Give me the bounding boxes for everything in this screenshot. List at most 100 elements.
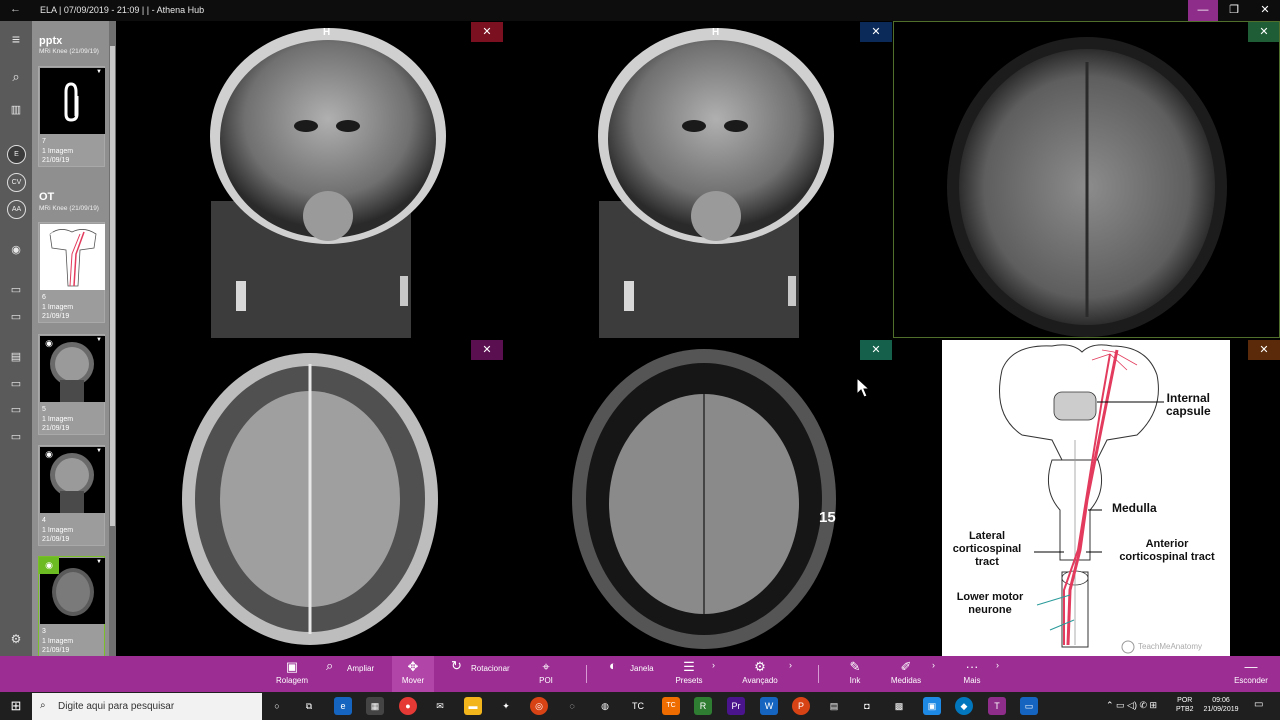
task-view-icon[interactable]: ⧉ — [300, 697, 318, 715]
close-viewport-button[interactable]: ✕ — [860, 22, 892, 42]
series-thumbnail[interactable]: ◉ ▼ 4 1 Imagem 21/09/19 — [38, 445, 105, 546]
language-indicator[interactable]: POR PTB2 — [1176, 696, 1194, 714]
mail-icon[interactable]: ✉ — [431, 697, 449, 715]
broadcast-icon[interactable]: ◉ — [0, 243, 32, 256]
cortana-icon[interactable]: ○ — [268, 697, 286, 715]
tool-ink[interactable]: ✎ Ink — [840, 656, 870, 692]
series-thumbnail[interactable]: ◉ ▼ 5 1 Imagem 21/09/19 — [38, 334, 105, 435]
series-thumbnail[interactable]: ◉ ▼ 6 1 Imagem 21/09/19 — [38, 222, 105, 323]
viewport-1[interactable]: H ✕ — [116, 21, 503, 338]
series-thumbnail-selected[interactable]: ◉ ▼ 3 1 Imagem 21/09/19 — [38, 556, 105, 656]
file-icon[interactable]: ▭ — [0, 430, 32, 443]
gear-icon[interactable]: ⚙ — [0, 632, 32, 646]
tool-mais[interactable]: ··· Mais — [956, 656, 988, 692]
rail-user-e[interactable]: E — [7, 145, 26, 164]
notifications-icon[interactable]: ▭ — [1254, 700, 1263, 710]
tool-poi[interactable]: ⌖ POI — [528, 656, 564, 692]
maximize-button[interactable]: ❐ — [1219, 0, 1249, 21]
clock[interactable]: 09:06 21/09/2019 — [1200, 696, 1242, 714]
series-thumbnail[interactable]: ▼ 7 1 Imagem 21/09/19 — [38, 66, 105, 167]
group-subtitle: MRi Knee (21/09/19) — [39, 205, 99, 212]
back-arrow-icon[interactable]: ← — [10, 3, 21, 15]
viewport-2[interactable]: H ✕ — [504, 21, 892, 338]
file-icon[interactable]: ▭ — [0, 403, 32, 416]
app-icon[interactable]: TC — [662, 697, 680, 715]
close-viewport-button[interactable]: ✕ — [471, 22, 503, 42]
chevron-down-icon[interactable]: ▼ — [96, 559, 102, 565]
app-icon[interactable]: ▭ — [1020, 697, 1038, 715]
windows-start-icon[interactable]: ⊞ — [0, 692, 32, 720]
athena-hub-icon[interactable]: T — [988, 697, 1006, 715]
chevron-down-icon[interactable]: ▼ — [96, 225, 102, 231]
chevron-down-icon[interactable]: ▼ — [96, 337, 102, 343]
tool-avancado[interactable]: ⚙ Avançado — [738, 656, 782, 692]
chevron-down-icon[interactable]: ▼ — [96, 448, 102, 454]
group-title: OT — [39, 191, 55, 203]
app-icon[interactable]: ▤ — [825, 697, 843, 715]
search-placeholder: Digite aqui para pesquisar — [58, 701, 175, 712]
scrollbar-thumb[interactable] — [110, 46, 115, 526]
tool-mover[interactable]: ✥ Mover — [392, 656, 434, 692]
library-icon[interactable]: ▥ — [0, 103, 32, 116]
system-tray-icons[interactable]: ⌃ ▭ ◁) ✆ ⊞ — [1106, 701, 1157, 710]
close-viewport-button[interactable]: ✕ — [471, 340, 503, 360]
app-icon[interactable]: ◌ — [563, 697, 581, 715]
app-icon[interactable]: ◎ — [530, 697, 548, 715]
tool-rolagem[interactable]: ▣ Rolagem — [268, 656, 316, 692]
chevron-right-icon[interactable]: › — [932, 660, 935, 670]
image-count: 1 Imagem — [42, 147, 74, 155]
rotate-icon: ↻ — [451, 658, 462, 673]
powerpoint-icon[interactable]: P — [792, 697, 810, 715]
eye-icon[interactable]: ◉ — [41, 226, 57, 237]
store-icon[interactable]: ▦ — [366, 697, 384, 715]
chevron-right-icon[interactable]: › — [712, 660, 715, 670]
search-icon[interactable]: ⌕ — [0, 69, 32, 85]
chevron-right-icon[interactable]: › — [996, 660, 999, 670]
tool-esconder[interactable]: — Esconder — [1228, 656, 1274, 692]
folder-icon[interactable]: ▬ — [464, 697, 482, 715]
app-icon[interactable]: ◍ — [596, 697, 614, 715]
premiere-icon[interactable]: Pr — [727, 697, 745, 715]
close-window-button[interactable]: ✕ — [1250, 0, 1280, 21]
series-panel: pptx MRi Knee (21/09/19) ▼ 7 1 Imagem 21… — [32, 21, 116, 656]
menu-icon[interactable]: ≡ — [0, 31, 32, 47]
app-icon[interactable]: TC — [629, 697, 647, 715]
file-icon[interactable]: ▭ — [0, 377, 32, 390]
close-viewport-button[interactable]: ✕ — [1248, 340, 1280, 360]
minimize-button[interactable]: — — [1188, 0, 1218, 21]
chevron-down-icon[interactable]: ▼ — [96, 69, 102, 75]
camera-icon[interactable]: ◘ — [858, 697, 876, 715]
viewport-4[interactable]: ✕ — [116, 339, 503, 656]
calculator-icon[interactable]: ▩ — [890, 697, 908, 715]
app-icon[interactable]: ▣ — [923, 697, 941, 715]
copy-icon[interactable]: ▤ — [0, 350, 32, 363]
edge-icon[interactable]: e — [334, 697, 352, 715]
tool-medidas[interactable]: ✐ Medidas — [886, 656, 926, 692]
viewport-6[interactable]: Internal capsule Medulla Lateral cortico… — [893, 339, 1280, 656]
file-icon[interactable]: ▭ — [0, 283, 32, 296]
rail-user-cv[interactable]: CV — [7, 173, 26, 192]
eye-icon[interactable]: ◉ — [39, 557, 59, 574]
word-icon[interactable]: W — [760, 697, 778, 715]
tool-janela[interactable]: ◐ Janela — [603, 656, 659, 692]
viewport-3[interactable]: ✕ — [893, 21, 1280, 338]
app-icon[interactable]: ◆ — [955, 697, 973, 715]
close-viewport-button[interactable]: ✕ — [1248, 22, 1279, 42]
chrome-icon[interactable]: ● — [399, 697, 417, 715]
eye-icon[interactable]: ◉ — [41, 449, 57, 460]
app-icon[interactable]: R — [694, 697, 712, 715]
viewport-5[interactable]: 15 ✕ — [504, 339, 892, 656]
contrast-icon: ◐ — [609, 658, 617, 673]
eye-icon[interactable]: ◉ — [41, 338, 57, 349]
rail-user-aa[interactable]: AA — [7, 200, 26, 219]
file-icon[interactable]: ▭ — [0, 310, 32, 323]
close-viewport-button[interactable]: ✕ — [860, 340, 892, 360]
tool-ampliar[interactable]: ⌕ Ampliar — [320, 656, 382, 692]
image-count: 1 Imagem — [42, 637, 74, 645]
taskbar-search[interactable]: ⌕ Digite aqui para pesquisar — [32, 693, 262, 720]
chevron-right-icon[interactable]: › — [789, 660, 792, 670]
tool-rotacionar[interactable]: ↻ Rotacionar — [445, 656, 515, 692]
panel-scrollbar[interactable] — [109, 21, 116, 656]
app-icon[interactable]: ✦ — [497, 697, 515, 715]
tool-presets[interactable]: ☰ Presets — [670, 656, 708, 692]
